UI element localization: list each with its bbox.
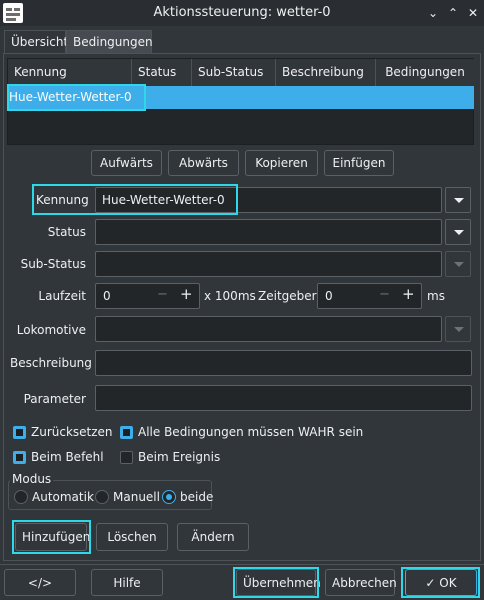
column-header-status[interactable]: Status bbox=[132, 59, 192, 86]
move-down-button[interactable]: Abwärts bbox=[168, 150, 239, 176]
column-header-beschreibung[interactable]: Beschreibung bbox=[276, 59, 376, 86]
modus-beide-radio[interactable] bbox=[162, 490, 176, 504]
window-title: Aktionssteuerung: wetter-0 bbox=[153, 5, 331, 20]
beim-befehl-label[interactable]: Beim Befehl bbox=[31, 450, 104, 464]
zuruecksetzen-checkbox[interactable] bbox=[13, 426, 26, 439]
beim-ereignis-checkbox[interactable] bbox=[120, 451, 133, 464]
zeitgeber-value: 0 bbox=[325, 289, 333, 303]
status-label: Status bbox=[47, 225, 86, 239]
laufzeit-label: Laufzeit bbox=[38, 289, 86, 303]
parameter-label: Parameter bbox=[23, 392, 86, 406]
ok-button-highlight bbox=[401, 567, 480, 598]
modus-automatik-radio[interactable] bbox=[14, 490, 28, 504]
status-field[interactable] bbox=[95, 219, 442, 245]
kennung-dropdown[interactable] bbox=[445, 187, 471, 213]
help-button[interactable]: Hilfe bbox=[91, 569, 163, 596]
laufzeit-increment-icon[interactable]: + bbox=[180, 285, 193, 303]
parameter-field[interactable] bbox=[95, 385, 472, 411]
kennung-highlight bbox=[32, 184, 238, 215]
beim-befehl-checkbox[interactable] bbox=[13, 451, 26, 464]
paste-button[interactable]: Einfügen bbox=[324, 150, 394, 176]
table-cell-kennung: Hue-Wetter-Wetter-0 bbox=[9, 90, 132, 104]
zeitgeber-decrement-icon[interactable]: − bbox=[379, 287, 390, 302]
chevron-down-icon bbox=[454, 262, 464, 267]
column-header-bedingungen[interactable]: Bedingungen bbox=[376, 59, 474, 86]
close-icon[interactable]: ✕ bbox=[463, 3, 483, 23]
substatus-field[interactable] bbox=[95, 251, 442, 277]
modus-beide-label[interactable]: beide bbox=[180, 490, 213, 504]
code-button[interactable]: </> bbox=[4, 569, 76, 596]
change-button[interactable]: Ändern bbox=[177, 523, 249, 551]
laufzeit-decrement-icon[interactable]: − bbox=[157, 287, 168, 302]
column-header-kennung[interactable]: Kennung bbox=[8, 59, 132, 86]
column-header-sub-status[interactable]: Sub-Status bbox=[192, 59, 276, 86]
modus-automatik-label[interactable]: Automatik bbox=[32, 490, 94, 504]
substatus-dropdown[interactable] bbox=[445, 251, 471, 277]
move-up-button[interactable]: Aufwärts bbox=[91, 150, 162, 176]
alle-wahr-label[interactable]: Alle Bedingungen müssen WAHR sein bbox=[138, 425, 363, 439]
lokomotive-dropdown[interactable] bbox=[445, 316, 471, 342]
apply-button-highlight bbox=[233, 567, 319, 598]
beschreibung-label: Beschreibung bbox=[10, 356, 92, 370]
copy-button[interactable]: Kopieren bbox=[245, 150, 318, 176]
status-dropdown[interactable] bbox=[445, 219, 471, 245]
beim-ereignis-label[interactable]: Beim Ereignis bbox=[138, 450, 220, 464]
alle-wahr-checkbox[interactable] bbox=[120, 426, 133, 439]
beschreibung-field[interactable] bbox=[95, 350, 472, 376]
tab-uebersicht[interactable]: Übersicht bbox=[4, 30, 68, 54]
substatus-label: Sub-Status bbox=[20, 257, 86, 271]
tab-bedingungen[interactable]: Bedingungen bbox=[66, 30, 153, 54]
cancel-button[interactable]: Abbrechen bbox=[325, 569, 397, 596]
lokomotive-field[interactable] bbox=[95, 316, 442, 342]
laufzeit-unit: x 100ms bbox=[204, 289, 256, 303]
modus-manuell-radio[interactable] bbox=[95, 490, 109, 504]
chevron-down-icon bbox=[454, 198, 464, 203]
zeitgeber-label: Zeitgeber bbox=[258, 289, 317, 303]
maximize-icon[interactable]: ⌃ bbox=[443, 3, 463, 23]
modus-manuell-label[interactable]: Manuell bbox=[113, 490, 160, 504]
chevron-down-icon bbox=[454, 230, 464, 235]
chevron-down-icon bbox=[454, 327, 464, 332]
footer-separator bbox=[0, 564, 484, 565]
delete-button[interactable]: Löschen bbox=[96, 523, 168, 551]
modus-title: Modus bbox=[10, 472, 54, 486]
zuruecksetzen-label[interactable]: Zurücksetzen bbox=[31, 425, 113, 439]
lokomotive-label: Lokomotive bbox=[16, 323, 86, 337]
minimize-icon[interactable]: ⌄ bbox=[423, 3, 443, 23]
zeitgeber-increment-icon[interactable]: + bbox=[402, 285, 415, 303]
laufzeit-value: 0 bbox=[103, 289, 111, 303]
zeitgeber-unit: ms bbox=[427, 289, 445, 303]
add-button-highlight bbox=[12, 520, 91, 554]
